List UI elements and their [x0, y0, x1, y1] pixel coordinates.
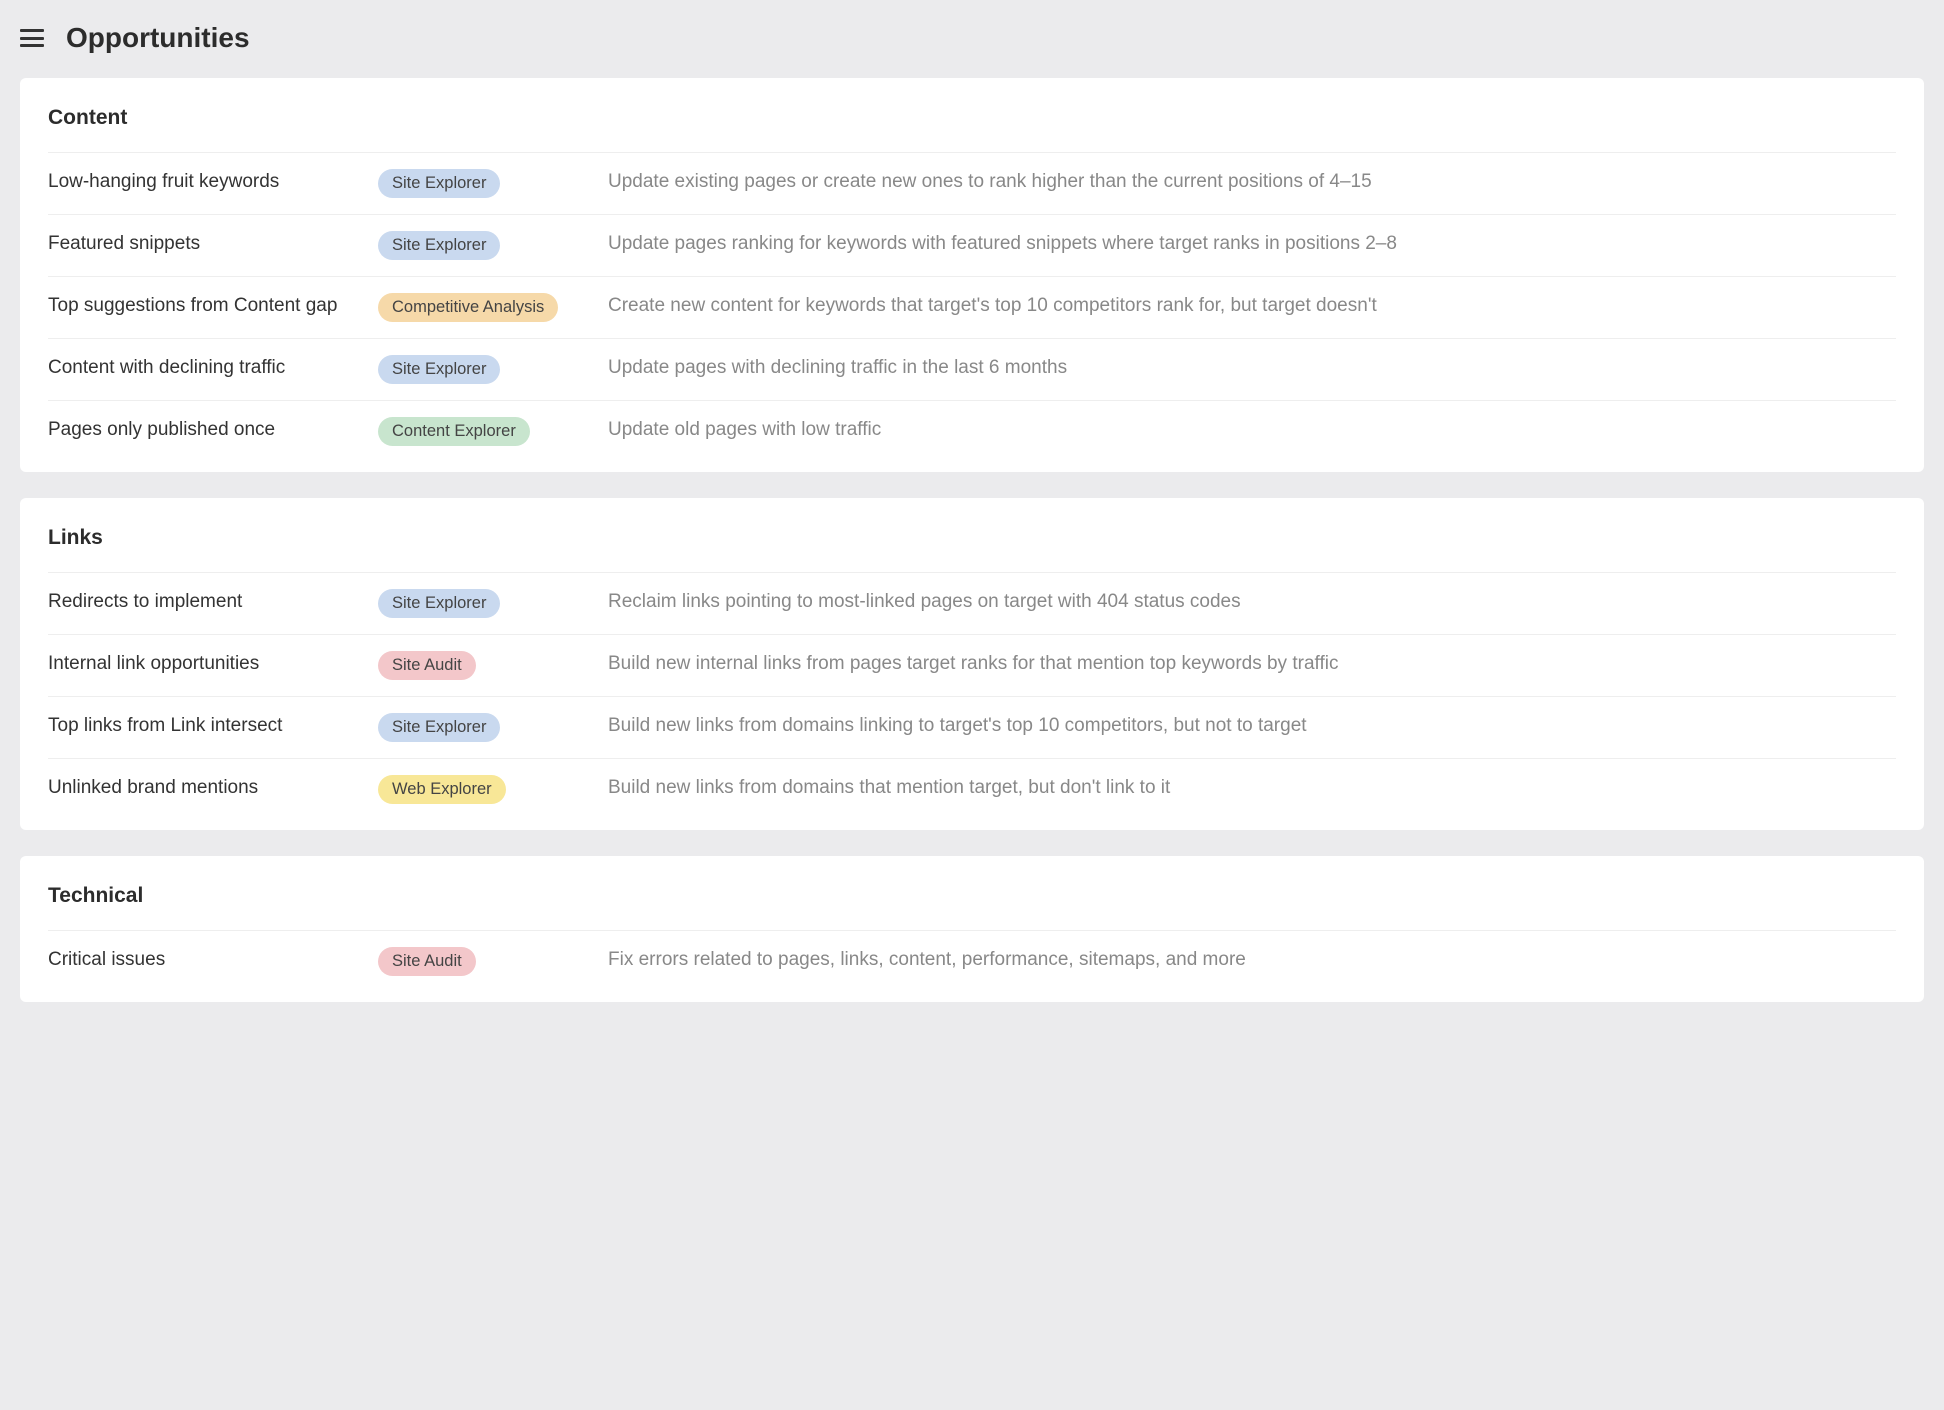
opportunity-row[interactable]: Featured snippetsSite Explorer Update pag…	[48, 214, 1896, 276]
opportunity-name: Pages only published once	[48, 417, 378, 441]
opportunity-name: Top links from Link intersect	[48, 713, 378, 737]
section-title: Links	[48, 498, 1896, 572]
opportunity-name: Internal link opportunities	[48, 651, 378, 675]
opportunity-name: Featured snippets	[48, 231, 378, 255]
opportunity-badge-col: Site Audit	[378, 651, 608, 680]
opportunity-desc: Update pages ranking for keywords with f…	[608, 231, 1896, 258]
opportunity-row[interactable]: Critical issuesSite Audit Fix errors rela…	[48, 930, 1896, 1002]
opportunity-desc: Update pages with declining traffic in t…	[608, 355, 1896, 382]
section-title: Technical	[48, 856, 1896, 930]
page-title: Opportunities	[66, 22, 250, 54]
opportunity-desc: Update existing pages or create new ones…	[608, 169, 1896, 196]
opportunity-badge-col: Site Explorer	[378, 589, 608, 618]
opportunity-name: Unlinked brand mentions	[48, 775, 378, 799]
opportunity-name: Critical issues	[48, 947, 378, 971]
section-card: ContentLow-hanging fruit keywordsSite Ex…	[20, 78, 1924, 472]
opportunity-desc: Fix errors related to pages, links, cont…	[608, 947, 1896, 974]
opportunity-row[interactable]: Top suggestions from Content gapCompetit…	[48, 276, 1896, 338]
opportunity-name: Redirects to implement	[48, 589, 378, 613]
opportunity-desc: Update old pages with low traffic	[608, 417, 1896, 444]
tool-badge: Site Explorer	[378, 713, 500, 742]
menu-icon[interactable]	[20, 29, 44, 47]
tool-badge: Site Audit	[378, 947, 476, 976]
opportunity-badge-col: Competitive Analysis	[378, 293, 608, 322]
opportunity-row[interactable]: Top links from Link intersectSite Explor…	[48, 696, 1896, 758]
opportunity-row[interactable]: Pages only published onceContent Explore…	[48, 400, 1896, 472]
opportunity-row[interactable]: Content with declining trafficSite Explo…	[48, 338, 1896, 400]
page-header: Opportunities	[0, 0, 1944, 78]
opportunity-desc: Build new links from domains that mentio…	[608, 775, 1896, 802]
opportunity-badge-col: Web Explorer	[378, 775, 608, 804]
tool-badge: Site Audit	[378, 651, 476, 680]
tool-badge: Competitive Analysis	[378, 293, 558, 322]
tool-badge: Content Explorer	[378, 417, 530, 446]
opportunity-desc: Build new links from domains linking to …	[608, 713, 1896, 740]
opportunity-row[interactable]: Unlinked brand mentionsWeb Explorer Build…	[48, 758, 1896, 830]
section-card: Technical Critical issuesSite Audit Fix er…	[20, 856, 1924, 1002]
opportunity-badge-col: Site Explorer	[378, 169, 608, 198]
opportunity-badge-col: Site Audit	[378, 947, 608, 976]
opportunity-row[interactable]: Internal link opportunitiesSite Audit Bui…	[48, 634, 1896, 696]
opportunity-row[interactable]: Redirects to implementSite Explorer Recla…	[48, 572, 1896, 634]
section-title: Content	[48, 78, 1896, 152]
tool-badge: Site Explorer	[378, 355, 500, 384]
opportunity-desc: Create new content for keywords that tar…	[608, 293, 1896, 320]
opportunity-name: Low-hanging fruit keywords	[48, 169, 378, 193]
opportunity-desc: Build new internal links from pages targ…	[608, 651, 1896, 678]
tool-badge: Site Explorer	[378, 589, 500, 618]
opportunity-name: Content with declining traffic	[48, 355, 378, 379]
opportunity-badge-col: Site Explorer	[378, 713, 608, 742]
tool-badge: Site Explorer	[378, 231, 500, 260]
opportunity-badge-col: Content Explorer	[378, 417, 608, 446]
section-card: LinksRedirects to implementSite Explorer…	[20, 498, 1924, 830]
opportunity-badge-col: Site Explorer	[378, 355, 608, 384]
tool-badge: Web Explorer	[378, 775, 506, 804]
opportunity-name: Top suggestions from Content gap	[48, 293, 378, 317]
opportunity-row[interactable]: Low-hanging fruit keywordsSite Explorer U…	[48, 152, 1896, 214]
opportunity-badge-col: Site Explorer	[378, 231, 608, 260]
opportunity-desc: Reclaim links pointing to most-linked pa…	[608, 589, 1896, 616]
tool-badge: Site Explorer	[378, 169, 500, 198]
